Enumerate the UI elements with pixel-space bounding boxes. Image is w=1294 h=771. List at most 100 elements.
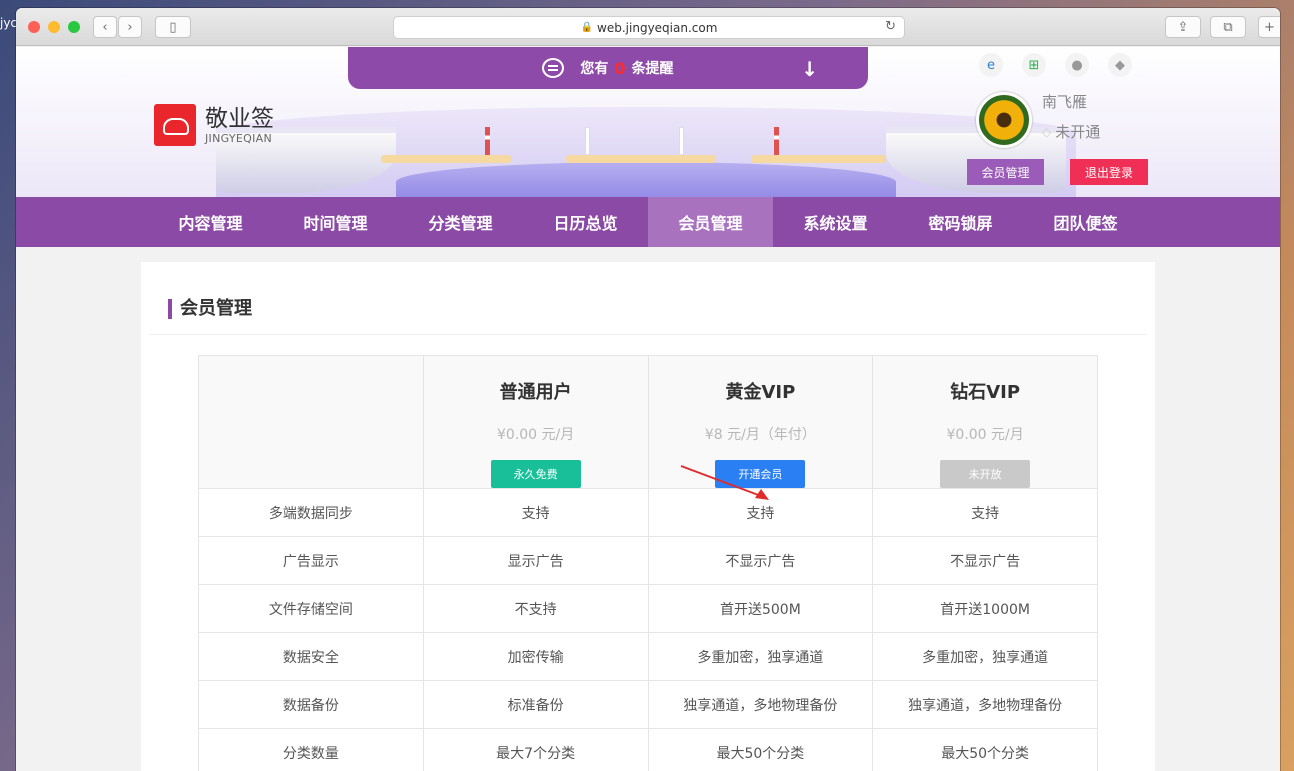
reminder-suffix: 条提醒 [631, 61, 674, 77]
not-open-button: 未开放 [940, 460, 1031, 488]
url-text: web.jingyeqian.com [597, 20, 718, 35]
feature-label: 多端数据同步 [198, 488, 424, 537]
apple-icon[interactable]: ● [1065, 53, 1089, 77]
table-row: 数据备份 标准备份 独享通道，多地物理备份 独享通道，多地物理备份 [198, 680, 1098, 729]
feature-value: 最大7个分类 [422, 728, 649, 771]
table-row: 多端数据同步 支持 支持 支持 [198, 488, 1098, 537]
site-logo[interactable]: 敬业签 JINGYEQIAN [154, 104, 274, 146]
nav-item-membership[interactable]: 会员管理 [648, 197, 773, 247]
page-title: 会员管理 [168, 299, 252, 319]
maximize-window-button[interactable] [68, 21, 80, 33]
main-content: 会员管理 普通用户 ¥0.00 元/月 永久免费 黄金VIP ¥8 元/月（年付… [141, 262, 1155, 771]
dock-left [381, 155, 511, 163]
feature-value: 独享通道，多地物理备份 [872, 680, 1098, 729]
windows-icon[interactable]: ⊞ [1022, 53, 1046, 77]
reminder-prefix: 您有 [580, 61, 609, 77]
table-row: 文件存储空间 不支持 首开送500M 首开送1000M [198, 584, 1098, 633]
android-icon[interactable]: ◆ [1108, 53, 1132, 77]
logo-name-en: JINGYEQIAN [205, 131, 273, 145]
plan-header-row: 普通用户 ¥0.00 元/月 永久免费 黄金VIP ¥8 元/月（年付） 开通会… [198, 355, 1098, 489]
lock-icon: 🔒 [580, 22, 594, 33]
plan-price: ¥8 元/月（年付） [704, 427, 816, 443]
feature-value: 不支持 [422, 584, 649, 633]
lighthouse-icon [585, 127, 590, 155]
plan-column: 黄金VIP ¥8 元/月（年付） 开通会员 [647, 355, 874, 489]
reload-icon[interactable]: ↻ [885, 19, 896, 34]
username: 南飞雁 [1042, 93, 1088, 111]
plan-price: ¥0.00 元/月 [497, 427, 575, 443]
close-window-button[interactable] [28, 21, 40, 33]
feature-value: 最大50个分类 [647, 728, 874, 771]
tabs-overview-icon[interactable]: ⧉ [1210, 16, 1246, 38]
logo-icon [154, 104, 196, 146]
table-row: 分类数量 最大7个分类 最大50个分类 最大50个分类 [198, 728, 1098, 771]
plan-name: 黄金VIP [725, 382, 796, 403]
vip-status-text: 未开通 [1055, 123, 1101, 141]
arrow-down-icon[interactable]: ↓ [801, 57, 818, 81]
feature-value: 首开送500M [647, 584, 874, 633]
nav-item-calendar[interactable]: 日历总览 [523, 197, 648, 247]
feature-value: 多重加密，独享通道 [647, 632, 874, 681]
back-icon[interactable]: ‹ [93, 16, 117, 38]
feature-value: 显示广告 [422, 536, 649, 585]
plan-name: 钻石VIP [950, 382, 1021, 403]
logo-name-cn: 敬业签 [205, 105, 274, 132]
nav-item-settings[interactable]: 系统设置 [773, 197, 898, 247]
nav-item-category[interactable]: 分类管理 [398, 197, 523, 247]
feature-value: 支持 [872, 488, 1098, 537]
feature-label: 数据备份 [198, 680, 424, 729]
feature-value: 最大50个分类 [872, 728, 1098, 771]
feature-label: 广告显示 [198, 536, 424, 585]
nav-item-lockscreen[interactable]: 密码锁屏 [898, 197, 1023, 247]
address-bar[interactable]: 🔒 web.jingyeqian.com ↻ [393, 16, 905, 39]
chat-bubble-icon [542, 58, 565, 78]
desktop-label: jyc [0, 16, 18, 30]
plan-column: 普通用户 ¥0.00 元/月 永久免费 [422, 355, 649, 489]
feature-label: 数据安全 [198, 632, 424, 681]
avatar[interactable] [976, 92, 1032, 148]
feature-value: 首开送1000M [872, 584, 1098, 633]
empty-header-cell [198, 355, 424, 489]
feature-value: 不显示广告 [647, 536, 874, 585]
table-row: 广告显示 显示广告 不显示广告 不显示广告 [198, 536, 1098, 585]
feature-value: 独享通道，多地物理备份 [647, 680, 874, 729]
member-management-button[interactable]: 会员管理 [967, 159, 1044, 185]
lighthouse-icon [679, 127, 684, 155]
table-row: 数据安全 加密传输 多重加密，独享通道 多重加密，独享通道 [198, 632, 1098, 681]
feature-label: 文件存储空间 [198, 584, 424, 633]
nav-item-team-notes[interactable]: 团队便签 [1023, 197, 1148, 247]
banner-water [396, 162, 896, 197]
dock-middle [566, 155, 716, 163]
lighthouse-icon [485, 127, 490, 155]
free-plan-button[interactable]: 永久免费 [490, 460, 581, 488]
divider [149, 334, 1147, 335]
header-banner: 您有 0 条提醒 ↓ 敬业签 JINGYEQIAN e ⊞ ● ◆ 南飞雁 ◇ … [16, 47, 1280, 197]
membership-comparison-table: 普通用户 ¥0.00 元/月 永久免费 黄金VIP ¥8 元/月（年付） 开通会… [198, 355, 1098, 771]
feature-value: 支持 [422, 488, 649, 537]
ie-browser-icon[interactable]: e [979, 53, 1003, 77]
sidebar-toggle-icon[interactable]: ▯ [155, 16, 191, 38]
feature-value: 标准备份 [422, 680, 649, 729]
lighthouse-icon [774, 127, 779, 155]
plan-column: 钻石VIP ¥0.00 元/月 未开放 [872, 355, 1098, 489]
feature-value: 多重加密，独享通道 [872, 632, 1098, 681]
feature-value: 不显示广告 [872, 536, 1098, 585]
minimize-window-button[interactable] [48, 21, 60, 33]
plan-price: ¥0.00 元/月 [946, 427, 1024, 443]
dock-right [751, 155, 886, 163]
browser-window: ‹ › ▯ 🔒 web.jingyeqian.com ↻ ⇪ ⧉ + 您有 0 … [16, 8, 1280, 771]
nav-item-time[interactable]: 时间管理 [273, 197, 398, 247]
feature-value: 支持 [647, 488, 874, 537]
browser-toolbar: ‹ › ▯ 🔒 web.jingyeqian.com ↻ ⇪ ⧉ + [16, 8, 1280, 46]
forward-icon[interactable]: › [118, 16, 142, 38]
main-nav: 内容管理 时间管理 分类管理 日历总览 会员管理 系统设置 密码锁屏 团队便签 [16, 197, 1280, 247]
activate-membership-button[interactable]: 开通会员 [715, 460, 806, 488]
nav-item-content[interactable]: 内容管理 [148, 197, 273, 247]
share-icon[interactable]: ⇪ [1165, 16, 1201, 38]
logout-button[interactable]: 退出登录 [1070, 159, 1148, 185]
new-tab-icon[interactable]: + [1258, 16, 1280, 38]
diamond-icon: ◇ [1042, 124, 1052, 139]
reminder-count: 0 [614, 58, 626, 78]
reminder-bar[interactable]: 您有 0 条提醒 ↓ [348, 47, 868, 89]
platform-downloads: e ⊞ ● ◆ [979, 53, 1132, 77]
